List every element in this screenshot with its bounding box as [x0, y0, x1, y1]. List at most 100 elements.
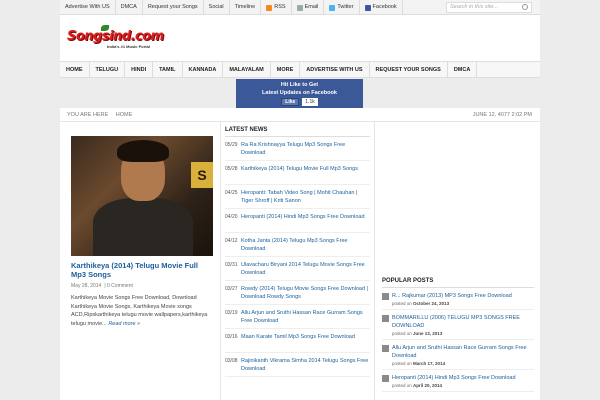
nav-more[interactable]: MORE [271, 62, 301, 78]
news-title[interactable]: Karthikeya (2014) Telugu Movie Full Mp3 … [241, 165, 358, 181]
top-link-timeline[interactable]: Timeline [230, 0, 262, 15]
featured-date: May 28, 2014 [71, 283, 102, 289]
post-thumbnail[interactable] [382, 293, 389, 300]
top-link-facebook[interactable]: Facebook [360, 0, 403, 15]
popular-meta: posted on June 13, 2013 [392, 331, 534, 336]
news-title[interactable]: Ra Ra Krishnayya Telugu Mp3 Songs Free D… [241, 141, 370, 157]
facebook-label: Facebook [372, 4, 397, 10]
news-title[interactable]: Maan Karate Tamil Mp3 Songs Free Downloa… [241, 333, 355, 349]
news-title[interactable]: Rajinikanth Vikrama Simha 2014 Telugu So… [241, 357, 370, 373]
featured-image[interactable]: S [71, 136, 213, 256]
column-divider [220, 122, 221, 400]
nav-request[interactable]: REQUEST YOUR SONGS [370, 62, 448, 78]
top-link-social[interactable]: Social [204, 0, 230, 15]
image-sign: S [191, 162, 213, 188]
list-item: 04/20 Heropanti (2014) Hindi Mp3 Songs Fr… [225, 209, 370, 233]
list-item: 05/28 Karthikeya (2014) Telugu Movie Full… [225, 161, 370, 185]
top-link-email[interactable]: Email [292, 0, 325, 15]
list-item: 03/19 Allu Arjun and Sruthi Hassan Race G… [225, 305, 370, 329]
rss-label: RSS [274, 4, 286, 10]
news-title[interactable]: Kotha Janta (2014) Telugu Mp3 Songs Free… [241, 237, 370, 253]
news-date: 03/31 [225, 262, 238, 268]
top-link-advertise[interactable]: Advertise With US [60, 0, 116, 15]
news-title[interactable]: Allu Arjun and Sruthi Hassan Race Gurram… [241, 309, 370, 325]
search-placeholder: Search in this site... [450, 4, 498, 10]
fb-line2: Latest Updates on Facebook [262, 90, 337, 96]
breadcrumb: YOU ARE HERE HOME JUNE 12, 4077 2:02 PM [60, 108, 540, 122]
popular-meta: posted on March 17, 2014 [392, 361, 534, 366]
news-date: 03/27 [225, 286, 238, 292]
popular-posts-list: R... Rajkumar (2013) MP3 Songs Free Down… [382, 288, 534, 392]
news-date: 03/08 [225, 358, 238, 364]
posted-date: June 13, 2013 [413, 331, 443, 336]
top-link-dmca[interactable]: DMCA [116, 0, 143, 15]
post-thumbnail[interactable] [382, 375, 389, 382]
nav-malayalam[interactable]: MALAYALAM [223, 62, 271, 78]
top-link-twitter[interactable]: Twitter [324, 0, 360, 15]
nav-telugu[interactable]: TELUGU [90, 62, 126, 78]
column-divider [374, 122, 375, 400]
latest-news-heading: LATEST NEWS [225, 127, 370, 137]
news-title[interactable]: Ulavacharu Biryani 2014 Telugu Movie Son… [241, 261, 370, 277]
popular-meta: posted on October 24, 2013 [392, 301, 512, 306]
list-item: BOMMARILLU (2006) TELUGU MP3 SONGS FREE … [382, 310, 534, 340]
featured-post: S Karthikeya (2014) Telugu Movie Full Mp… [71, 136, 213, 328]
nav-kannada[interactable]: KANNADA [183, 62, 224, 78]
image-figure-body [93, 198, 193, 256]
search-input[interactable]: Search in this site... [446, 2, 532, 13]
search-icon[interactable] [522, 4, 528, 10]
popular-posts: POPULAR POSTS R... Rajkumar (2013) MP3 S… [382, 278, 534, 392]
top-link-rss[interactable]: RSS [261, 0, 292, 15]
list-item: 03/31 Ulavacharu Biryani 2014 Telugu Movi… [225, 257, 370, 281]
posted-date: October 24, 2013 [413, 301, 450, 306]
posted-label: posted on [392, 361, 412, 366]
news-title[interactable]: Rowdy (2014) Telugu Movie Songs Free Dow… [241, 285, 370, 301]
site-header: Songsind.com India's #1 Music Portal [60, 15, 540, 61]
news-date: 04/25 [225, 190, 238, 196]
nav-hindi[interactable]: HINDI [125, 62, 154, 78]
posted-date: April 20, 2014 [413, 383, 443, 388]
main-nav: HOME TELUGU HINDI TAMIL KANNADA MALAYALA… [60, 61, 540, 78]
news-title[interactable]: Heropanti: Tabah Video Song | Mohit Chau… [241, 189, 370, 205]
main-content: YOU ARE HERE HOME JUNE 12, 4077 2:02 PM … [60, 108, 540, 400]
popular-title[interactable]: BOMMARILLU (2006) TELUGU MP3 SONGS FREE … [392, 314, 534, 330]
rss-icon [266, 4, 273, 11]
list-item: 05/29 Ra Ra Krishnayya Telugu Mp3 Songs F… [225, 137, 370, 161]
logo-word: Songsind.com [67, 29, 164, 44]
posted-date: March 17, 2014 [413, 361, 446, 366]
post-thumbnail[interactable] [382, 345, 389, 352]
twitter-label: Twitter [337, 4, 354, 10]
news-date: 05/29 [225, 142, 238, 148]
post-thumbnail[interactable] [382, 315, 389, 322]
top-utility-bar: Advertise With US DMCA Request your Song… [60, 0, 540, 15]
fb-like-count: 1.1k [302, 98, 318, 106]
popular-title[interactable]: R... Rajkumar (2013) MP3 Songs Free Down… [392, 292, 512, 300]
nav-advertise[interactable]: ADVERTISE WITH US [300, 62, 370, 78]
facebook-icon [364, 4, 371, 11]
list-item: 04/12 Kotha Janta (2014) Telugu Mp3 Songs… [225, 233, 370, 257]
top-link-request[interactable]: Request your Songs [143, 0, 204, 15]
site-logo[interactable]: Songsind.com India's #1 Music Portal [67, 25, 177, 51]
popular-title[interactable]: Heropanti (2014) Hindi Mp3 Songs Free Do… [392, 374, 516, 382]
news-date: 03/16 [225, 334, 238, 340]
breadcrumb-home[interactable]: HOME [116, 112, 133, 118]
facebook-like-box: Hit Like to Get Latest Updates on Facebo… [236, 79, 363, 108]
featured-title[interactable]: Karthikeya (2014) Telugu Movie Full Mp3 … [71, 261, 213, 279]
breadcrumb-label: YOU ARE HERE [67, 112, 109, 118]
nav-home[interactable]: HOME [60, 62, 90, 78]
image-figure-hair [117, 140, 169, 162]
read-more-link[interactable]: Read more » [108, 321, 140, 327]
nav-tamil[interactable]: TAMIL [153, 62, 183, 78]
featured-comments[interactable]: 0 Comment [107, 283, 133, 289]
news-date: 05/28 [225, 166, 238, 172]
news-date: 04/20 [225, 214, 238, 220]
news-title[interactable]: Heropanti (2014) Hindi Mp3 Songs Free Do… [241, 213, 365, 229]
popular-meta: posted on April 20, 2014 [392, 383, 516, 388]
list-item: 04/25 Heropanti: Tabah Video Song | Mohit… [225, 185, 370, 209]
email-icon [296, 4, 303, 11]
nav-dmca[interactable]: DMCA [448, 62, 478, 78]
popular-title[interactable]: Allu Arjun and Sruthi Hassan Race Gurram… [392, 344, 534, 360]
twitter-icon [329, 4, 336, 11]
fb-like-button[interactable]: Like [281, 98, 300, 106]
featured-meta: May 28, 2014 | 0 Comment [71, 283, 133, 289]
